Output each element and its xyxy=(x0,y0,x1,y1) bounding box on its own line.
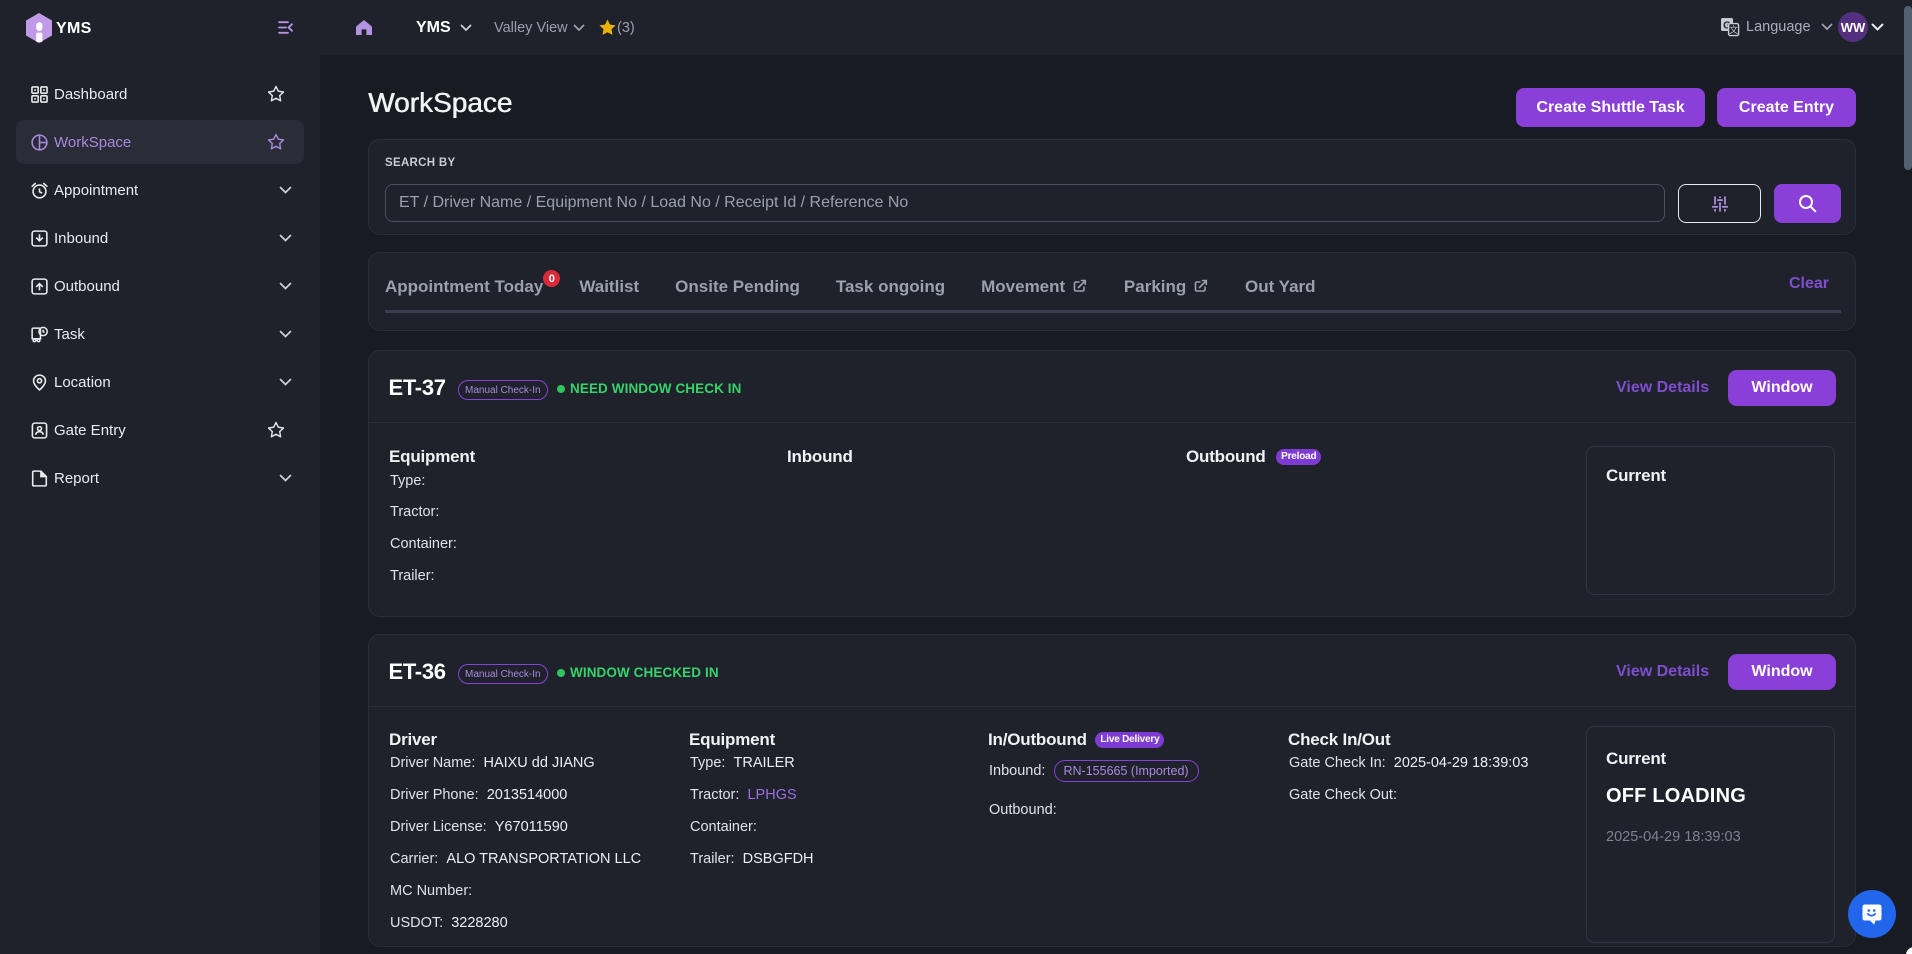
svg-text:文: 文 xyxy=(1729,24,1738,35)
